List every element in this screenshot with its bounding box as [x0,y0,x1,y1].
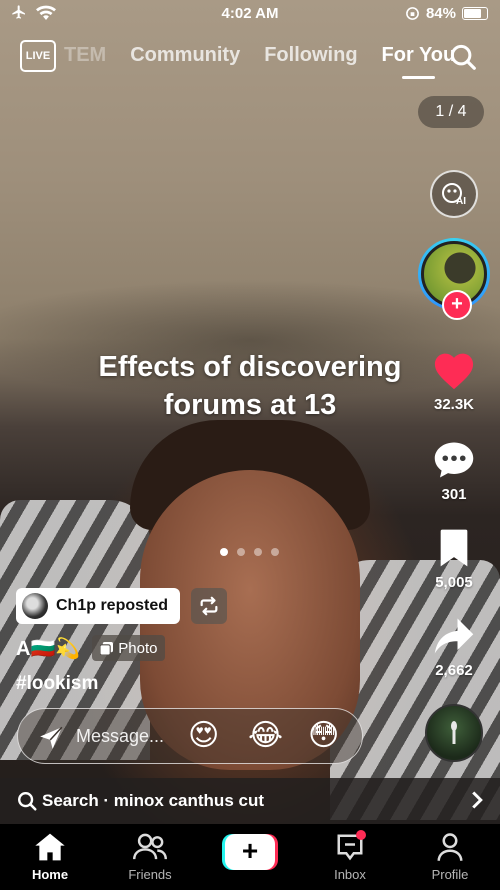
profile-icon [437,833,463,861]
photo-page-counter: 1 / 4 [418,96,484,128]
live-icon[interactable]: LIVE [20,40,56,72]
caption-line-2: forums at 13 [163,389,337,421]
emoji-heart-eyes-button[interactable]: 😍 [188,719,219,753]
search-suggestion-text: Search · minox canthus cut [42,791,264,810]
photo-badge: Photo [92,635,166,661]
create-button[interactable]: + [222,834,278,870]
comment-count: 301 [441,486,467,503]
follow-plus-icon[interactable]: + [442,290,472,320]
save-button[interactable]: 5,005 [408,528,500,591]
tab-following[interactable]: Following [264,44,357,67]
save-count: 5,005 [435,574,473,591]
top-navigation: LIVE TEM Community Following For You [0,36,500,80]
emoji-flushed-button[interactable]: 😳 [308,719,339,753]
share-button[interactable]: 2,662 [408,616,500,679]
comment-button[interactable]: 301 [408,440,500,503]
orientation-lock-icon [406,7,419,20]
nav-inbox[interactable]: Inbox [310,830,390,882]
nav-profile[interactable]: Profile [410,832,490,882]
home-icon [35,833,65,861]
message-placeholder: Message... [76,726,165,746]
inbox-notification-dot [356,830,366,840]
message-input[interactable]: Message... 😍 😂 😳 [17,708,363,764]
carousel-dot [220,548,228,556]
caption-line-1: Effects of discovering [98,351,402,383]
avatar [22,593,48,619]
repost-button[interactable] [191,588,227,624]
photo-icon [100,641,114,655]
music-disc-icon [451,721,457,744]
hashtag-link[interactable]: #lookism [16,673,98,695]
tab-tem[interactable]: TEM [64,44,106,67]
creator-avatar[interactable]: + [408,238,500,320]
tab-community[interactable]: Community [130,44,240,67]
bookmark-icon [440,529,468,567]
share-count: 2,662 [435,662,473,679]
repost-chip[interactable]: Ch1p reposted [16,588,181,624]
plus-icon: + [225,834,275,870]
search-suggestion-bar[interactable]: Search · minox canthus cut [0,778,500,824]
search-icon[interactable] [448,42,478,72]
send-icon[interactable] [38,724,64,750]
carousel-dot [254,548,262,556]
chevron-right-icon [472,791,483,809]
share-icon [434,618,474,654]
carousel-dots [220,548,279,556]
status-bar: 4:02 AM 84% [0,0,500,30]
emoji-laughing-button[interactable]: 😂 [248,719,283,753]
repost-text: Ch1p reposted [56,597,169,614]
comment-icon [434,442,474,478]
bottom-navigation: Home Friends + Inbox Profile [0,824,500,890]
battery-percent: 84% [425,5,456,22]
sound-disc[interactable] [408,704,500,762]
ai-icon: AI [442,183,466,207]
search-icon [18,792,37,811]
friends-icon [133,833,167,860]
battery-icon [462,7,488,20]
ai-button[interactable]: AI [408,170,500,218]
tab-for-you[interactable]: For You [382,44,455,79]
svg-text:AI: AI [456,196,466,207]
author-row: A🇧🇬💫 Photo [16,635,166,661]
author-name[interactable]: A🇧🇬💫 [16,636,80,661]
nav-friends[interactable]: Friends [110,832,190,882]
repost-icon [200,596,218,616]
carousel-dot [271,548,279,556]
nav-home[interactable]: Home [10,832,90,882]
carousel-dot [237,548,245,556]
photo-caption-overlay: Effects of discovering forums at 13 [60,348,440,424]
